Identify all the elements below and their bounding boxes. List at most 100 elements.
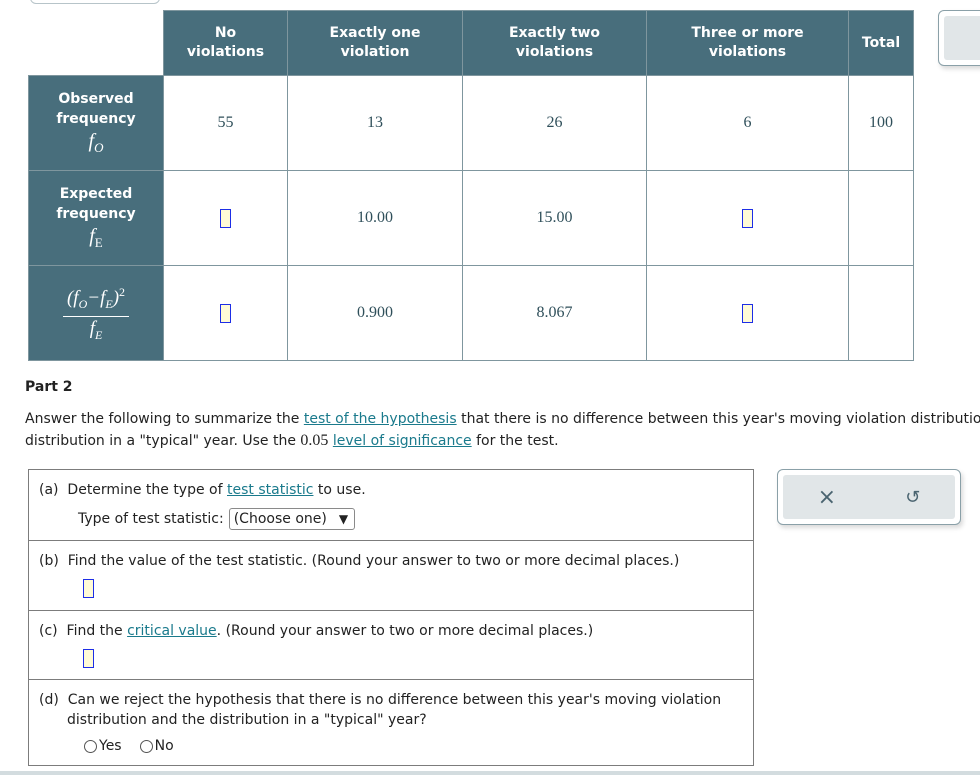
test-statistic-answer-row xyxy=(39,579,743,598)
expected-total xyxy=(848,170,914,266)
question-c: (c) Find the critical value. (Round your… xyxy=(29,610,753,679)
question-b-prompt: (b) Find the value of the test statistic… xyxy=(39,541,743,571)
row-header-chi-square-component: (fO−fE)2 fE xyxy=(28,265,164,361)
radio-yes[interactable]: Yes xyxy=(84,738,122,754)
table-corner xyxy=(28,10,164,76)
radio-label: Yes xyxy=(99,738,122,754)
questions-box: (a) Determine the type of test statistic… xyxy=(28,469,754,766)
question-label: (d) xyxy=(39,692,59,708)
row-header-line: frequency xyxy=(56,205,136,222)
question-text: to use. xyxy=(313,482,366,498)
column-header-line: violations xyxy=(186,44,265,60)
undo-icon[interactable]: ↺ xyxy=(905,487,920,508)
critical-value-answer-row xyxy=(39,649,743,668)
component-no-violations-cell xyxy=(163,265,288,361)
component-three-or-more-cell xyxy=(646,265,849,361)
question-a-prompt: (a) Determine the type of test statistic… xyxy=(39,470,743,500)
question-text: distribution and the distribution in a "… xyxy=(67,712,427,728)
test-statistic-row: Type of test statistic: (Choose one) ▼ xyxy=(39,508,743,530)
test-statistic-input[interactable] xyxy=(83,579,94,598)
component-total xyxy=(848,265,914,361)
question-text: Find the value of the test statistic. (R… xyxy=(67,553,680,569)
test-statistic-select[interactable]: (Choose one) ▼ xyxy=(228,508,356,530)
column-header-line: violations xyxy=(708,44,787,60)
column-header-line: violations xyxy=(515,44,594,60)
column-header-total: Total xyxy=(848,10,914,76)
question-text: Can we reject the hypothesis that there … xyxy=(67,692,722,708)
observed-no-violations: 55 xyxy=(163,75,288,171)
table-tools-inner[interactable] xyxy=(944,16,980,60)
radio-circle-icon[interactable] xyxy=(84,739,97,753)
column-header-no-violations: No violations xyxy=(163,10,288,76)
part2-instructions: Answer the following to summarize the te… xyxy=(25,409,980,452)
column-header-exactly-one: Exactly one violation xyxy=(287,10,463,76)
level-of-significance-link[interactable]: level of significance xyxy=(333,433,472,449)
answer-tools-inner: × ↺ xyxy=(783,475,955,519)
table-header-row: No violations Exactly one violation Exac… xyxy=(28,10,914,76)
significance-level: 0.05 xyxy=(300,432,329,449)
question-d: (d) Can we reject the hypothesis that th… xyxy=(29,679,753,765)
radio-circle-icon[interactable] xyxy=(139,739,153,753)
intro-text: for the test. xyxy=(471,433,559,449)
question-label: (b) xyxy=(39,553,59,569)
clear-icon[interactable]: × xyxy=(818,485,836,510)
symbol-subscript: E xyxy=(94,234,103,250)
bottom-divider xyxy=(0,771,980,775)
column-header-line: Three or more xyxy=(691,25,804,41)
observed-exactly-one: 13 xyxy=(287,75,463,171)
row-header-line: Observed xyxy=(58,90,134,107)
observed-three-or-more: 6 xyxy=(646,75,849,171)
component-no-violations-input[interactable] xyxy=(220,303,231,323)
intro-text: distribution in a "typical" year. Use th… xyxy=(25,433,301,449)
component-three-or-more-input[interactable] xyxy=(742,303,753,323)
observed-total: 100 xyxy=(848,75,914,171)
table-row-chi-component: (fO−fE)2 fE 0.900 8.067 xyxy=(28,265,914,361)
reject-hypothesis-options: Yes No xyxy=(39,738,743,754)
row-header-line: Expected xyxy=(59,185,133,202)
expected-exactly-one: 10.00 xyxy=(287,170,463,266)
question-text: Determine the type of xyxy=(67,482,227,498)
chi-square-component-formula: (fO−fE)2 fE xyxy=(62,282,130,345)
expected-three-or-more-cell xyxy=(646,170,849,266)
column-header-exactly-two: Exactly two violations xyxy=(462,10,647,76)
question-d-prompt: (d) Can we reject the hypothesis that th… xyxy=(39,680,743,730)
column-header-three-or-more: Three or more violations xyxy=(646,10,849,76)
critical-value-input[interactable] xyxy=(83,649,94,668)
observed-exactly-two: 26 xyxy=(462,75,647,171)
column-header-line: Total xyxy=(861,34,901,51)
symbol-f-observed: fO xyxy=(29,131,163,158)
radio-label: No xyxy=(154,738,174,754)
expected-no-violations-cell xyxy=(163,170,288,266)
question-label: (c) xyxy=(39,623,58,639)
previous-tools-panel-edge xyxy=(30,0,160,4)
table-row-observed: Observed frequency fO 55 13 26 6 100 xyxy=(28,75,914,171)
symbol-subscript: O xyxy=(94,139,104,155)
row-header-expected-frequency: Expected frequency fE xyxy=(28,170,164,266)
question-c-prompt: (c) Find the critical value. (Round your… xyxy=(39,611,743,641)
select-value: (Choose one) xyxy=(233,511,327,527)
formula-numerator: (fO−fE)2 xyxy=(62,282,130,317)
part-title: Part 2 xyxy=(25,379,73,395)
expected-three-or-more-input[interactable] xyxy=(742,208,753,228)
formula-denominator: fE xyxy=(89,317,103,342)
column-header-line: Exactly one xyxy=(329,25,421,41)
question-label: (a) xyxy=(39,482,59,498)
row-header-observed-frequency: Observed frequency fO xyxy=(28,75,164,171)
test-statistic-label: Type of test statistic: xyxy=(78,511,224,527)
symbol-f-expected: fE xyxy=(29,226,163,253)
question-text: Find the xyxy=(66,623,128,639)
column-header-line: No xyxy=(214,25,237,41)
critical-value-link[interactable]: critical value xyxy=(127,623,217,639)
component-exactly-one: 0.900 xyxy=(287,265,463,361)
column-header-line: Exactly two xyxy=(508,25,601,41)
column-header-line: violation xyxy=(340,44,410,60)
question-b: (b) Find the value of the test statistic… xyxy=(29,540,753,610)
answer-tools-panel: × ↺ xyxy=(777,469,961,525)
expected-no-violations-input[interactable] xyxy=(220,208,231,228)
radio-no[interactable]: No xyxy=(139,738,174,754)
expected-exactly-two: 15.00 xyxy=(462,170,647,266)
component-exactly-two: 8.067 xyxy=(462,265,647,361)
question-a: (a) Determine the type of test statistic… xyxy=(29,470,753,540)
test-of-hypothesis-link[interactable]: test of the hypothesis xyxy=(304,411,457,427)
test-statistic-link[interactable]: test statistic xyxy=(227,482,313,498)
